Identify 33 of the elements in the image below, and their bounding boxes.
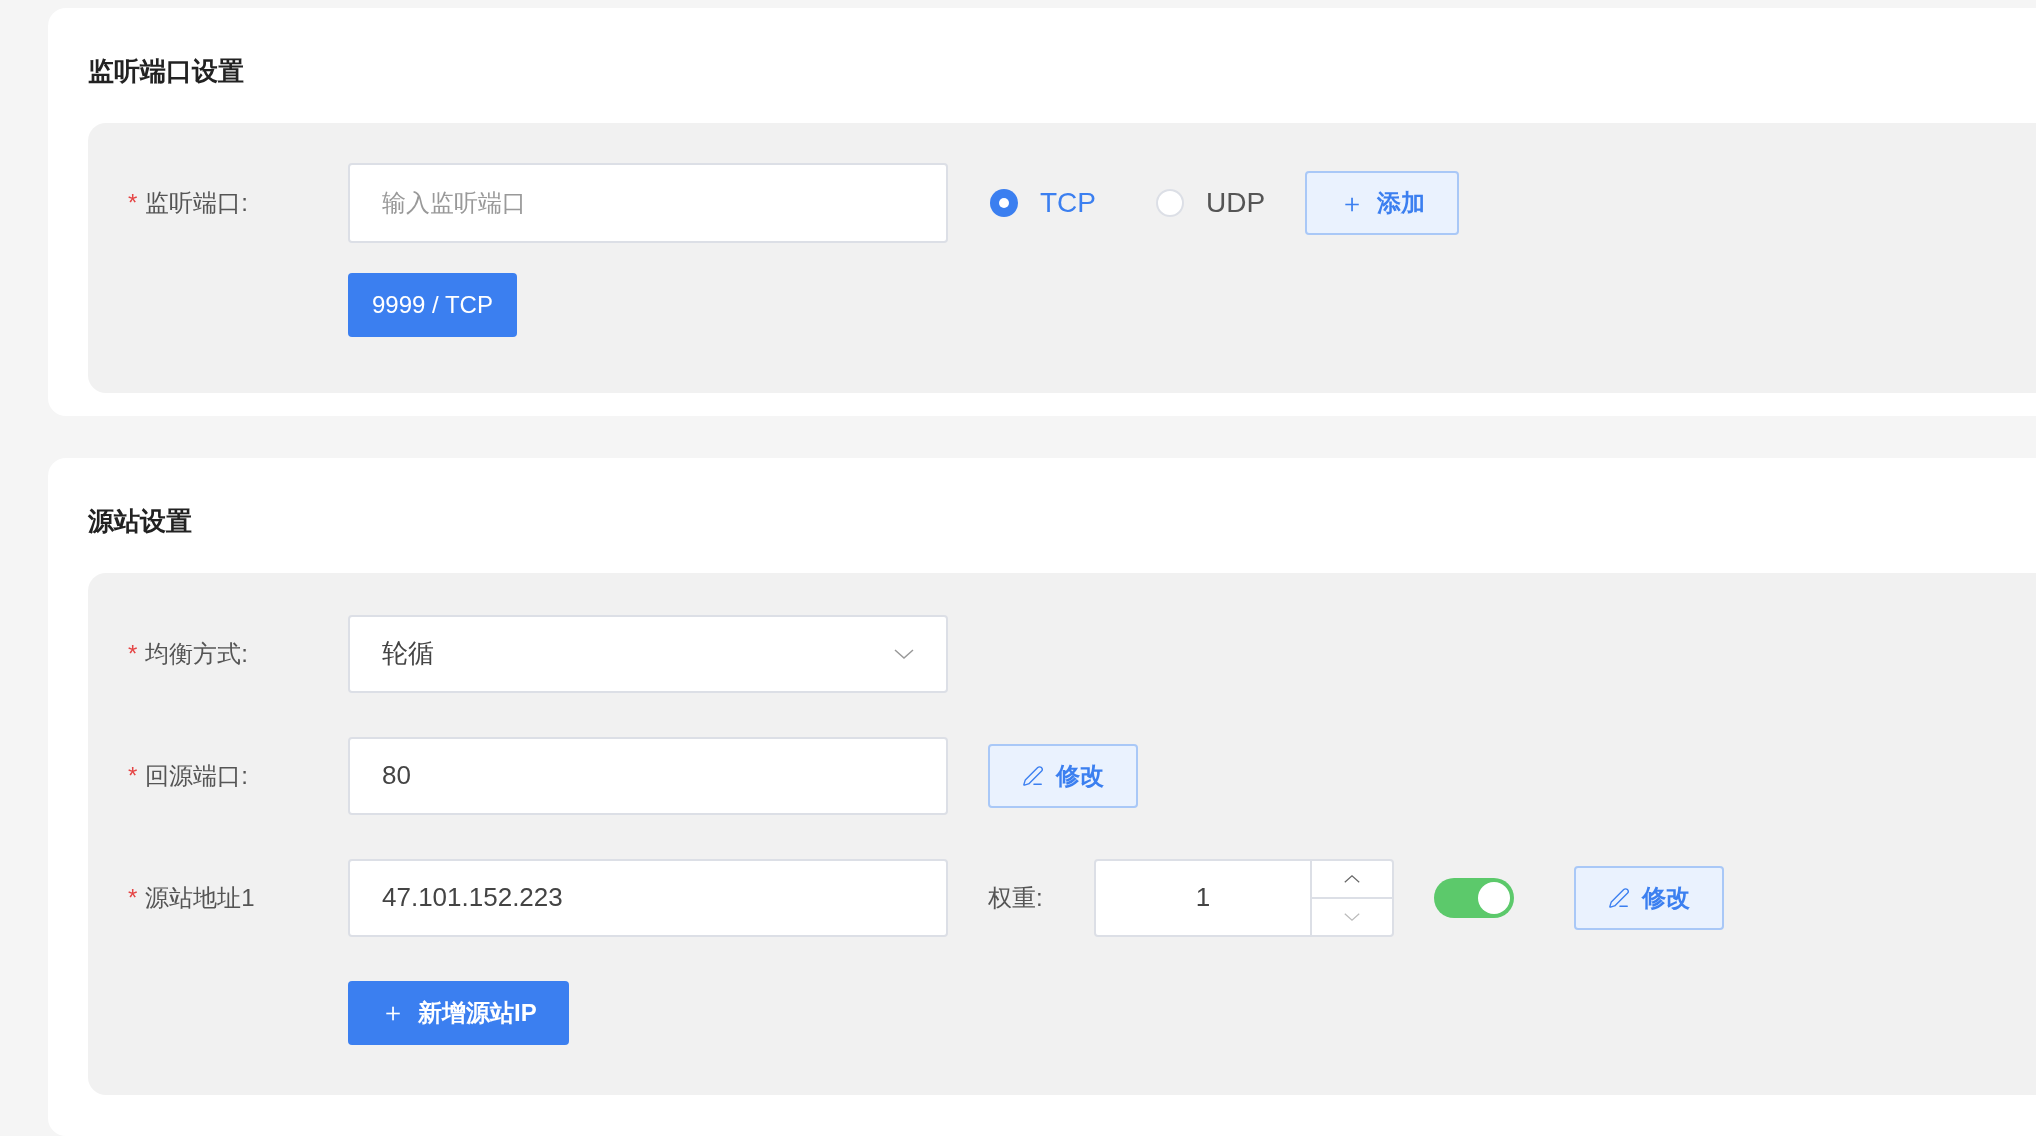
radio-label: TCP (1040, 186, 1096, 220)
required-mark: * (128, 882, 138, 913)
radio-button[interactable] (1156, 189, 1184, 217)
address-input[interactable]: 47.101.152.223 (348, 858, 948, 937)
radio-button[interactable] (990, 189, 1018, 217)
port-input[interactable]: 输入监听端口 (348, 163, 948, 243)
chevron-down-icon (1344, 912, 1360, 921)
radio-label: UDP (1206, 186, 1266, 220)
port-input[interactable]: 80 (348, 736, 948, 815)
toggle-switch[interactable] (1434, 877, 1514, 918)
pen-icon (1022, 764, 1044, 787)
pen-icon (1608, 886, 1630, 909)
plus-icon: ＋ (1339, 183, 1366, 223)
field-label: 均衡方式: (145, 638, 248, 669)
select-field[interactable]: 轮循 (348, 614, 948, 693)
chevron-down-icon (894, 648, 914, 659)
required-mark: * (128, 760, 138, 791)
field-label: 源站地址1 (145, 882, 255, 913)
add-origin-button[interactable]: ＋ 新增源站IP (348, 980, 569, 1045)
required-mark: * (128, 188, 138, 218)
add-button[interactable]: ＋ 添加 (1305, 171, 1460, 235)
section-title: 源站设置 (88, 504, 193, 538)
section-title: 监听端口设置 (88, 55, 245, 88)
plus-icon: ＋ (380, 993, 406, 1033)
number-field[interactable]: 1 (1094, 858, 1394, 937)
field-label: 回源端口: (145, 760, 248, 791)
required-mark: * (128, 638, 138, 669)
chevron-up-icon (1344, 874, 1360, 883)
field-label: 监听端口: (145, 188, 248, 218)
port-tag[interactable]: 9999 / TCP (348, 273, 517, 337)
edit-button[interactable]: 修改 (1574, 865, 1724, 930)
field-label: 权重: (988, 882, 1044, 913)
edit-button[interactable]: 修改 (988, 743, 1138, 808)
